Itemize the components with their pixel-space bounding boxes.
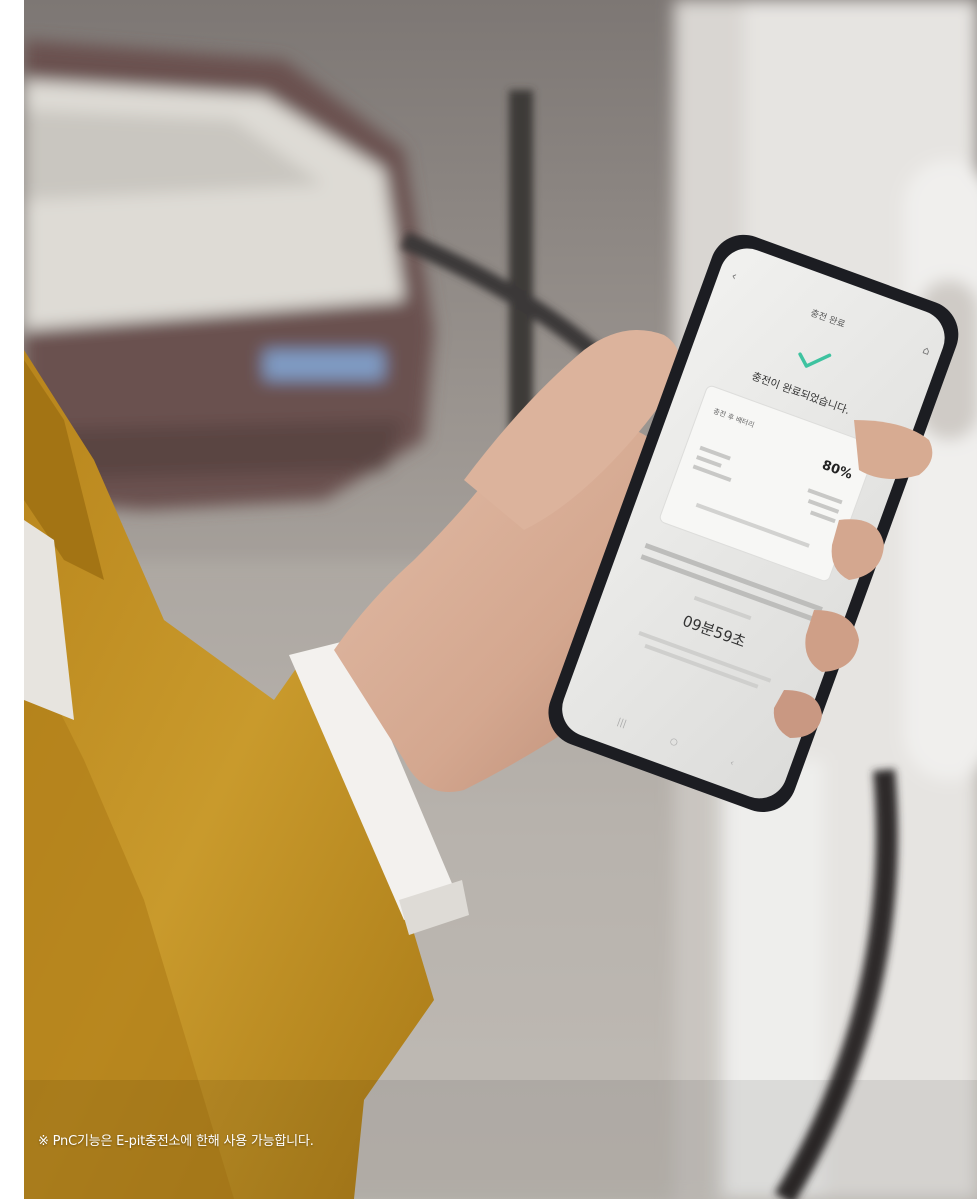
photo-illustration: 충전 완료 ‹ ⌂ 충전이 완료되었습니다. 충전 후 배터리 80% 09분5… (24, 0, 977, 1199)
photo-scene: 충전 완료 ‹ ⌂ 충전이 완료되었습니다. 충전 후 배터리 80% 09분5… (0, 0, 977, 1199)
left-margin (0, 0, 24, 1199)
photo: 충전 완료 ‹ ⌂ 충전이 완료되었습니다. 충전 후 배터리 80% 09분5… (24, 0, 977, 1199)
footnote-text: ※ PnC기능은 E-pit충전소에 한해 사용 가능합니다. (38, 1134, 314, 1149)
